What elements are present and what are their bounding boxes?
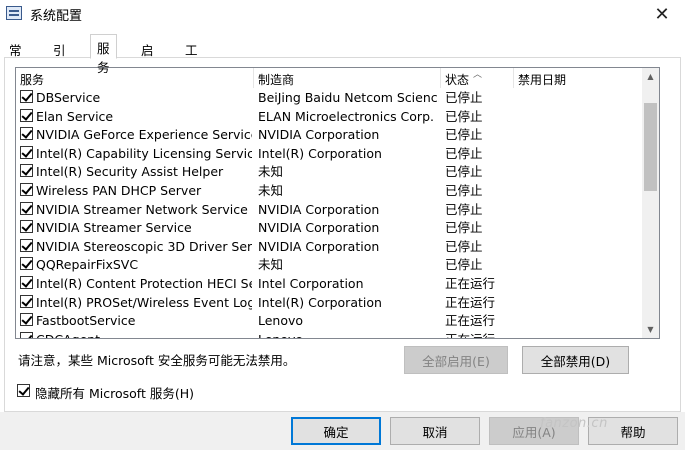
table-row[interactable]: Intel(R) Capability Licensing Service ..… <box>16 144 643 163</box>
service-maker: NVIDIA Corporation <box>258 220 380 236</box>
column-header-service[interactable]: 服务 <box>16 68 252 88</box>
column-header-maker[interactable]: 制造商 <box>254 68 440 88</box>
service-checkbox[interactable] <box>20 164 33 178</box>
service-maker: NVIDIA Corporation <box>258 238 380 254</box>
service-maker: Lenovo <box>258 331 439 338</box>
enable-all-button[interactable]: 全部启用(E) <box>404 346 508 374</box>
title-bar: 系统配置 ✕ <box>0 0 685 28</box>
scroll-thumb[interactable] <box>644 103 657 191</box>
service-maker: Intel(R) Corporation <box>258 145 382 161</box>
service-checkbox[interactable] <box>20 145 33 159</box>
service-name: DBService <box>36 90 101 105</box>
table-row[interactable]: CDCAgent Lenovo 正在运行 <box>16 330 643 338</box>
tab-general[interactable]: 常规 <box>2 36 29 77</box>
table-row[interactable]: Intel(R) PROSet/Wireless Event Log Intel(… <box>16 293 643 312</box>
service-checkbox[interactable] <box>20 182 33 196</box>
service-name: Wireless PAN DHCP Server <box>36 182 202 198</box>
scroll-down-icon[interactable]: ▼ <box>642 321 659 338</box>
service-name: NVIDIA Streamer Service <box>36 220 192 236</box>
service-name: CDCAgent <box>36 331 252 338</box>
service-status: 已停止 <box>445 257 483 273</box>
service-name: NVIDIA GeForce Experience Service <box>36 127 252 143</box>
service-status: 正在运行 <box>445 275 496 291</box>
hide-microsoft-label: 隐藏所有 Microsoft 服务(H) <box>35 386 194 401</box>
system-config-icon <box>6 6 22 20</box>
service-maker: 未知 <box>258 257 284 273</box>
service-status: 已停止 <box>445 108 483 124</box>
service-status: 已停止 <box>445 127 483 143</box>
service-status: 已停止 <box>445 201 483 217</box>
service-name: Intel(R) PROSet/Wireless Event Log <box>36 294 252 310</box>
service-maker: ELAN Microelectronics Corp. <box>258 108 434 124</box>
tab-tools[interactable]: 工具 <box>178 36 205 77</box>
service-checkbox[interactable] <box>20 201 33 215</box>
service-status: 已停止 <box>445 182 483 198</box>
service-checkbox[interactable] <box>20 220 33 234</box>
tab-boot[interactable]: 引导 <box>46 36 73 77</box>
services-list[interactable]: 服务 制造商 状态 ︿ 禁用日期 DBService BeiJing Baidu … <box>15 67 660 339</box>
service-checkbox[interactable] <box>20 275 33 289</box>
service-name: NVIDIA Streamer Network Service <box>36 201 248 217</box>
table-row[interactable]: NVIDIA Streamer Network Service NVIDIA Co… <box>16 200 643 219</box>
service-maker: Lenovo <box>258 313 304 329</box>
table-row[interactable]: NVIDIA Streamer Service NVIDIA Corporatio… <box>16 218 643 237</box>
table-row[interactable]: Wireless PAN DHCP Server 未知 已停止 <box>16 181 643 200</box>
table-row[interactable]: NVIDIA Stereoscopic 3D Driver Servi... NV… <box>16 237 643 256</box>
disable-all-button[interactable]: 全部禁用(D) <box>522 346 629 374</box>
service-status: 正在运行 <box>445 313 496 329</box>
close-button[interactable]: ✕ <box>639 0 685 28</box>
table-row[interactable]: Intel(R) Content Protection HECI Ser... I… <box>16 274 643 293</box>
service-checkbox[interactable] <box>20 90 33 103</box>
service-status: 正在运行 <box>445 294 496 310</box>
service-maker: NVIDIA Corporation <box>258 127 380 143</box>
service-maker: 未知 <box>258 164 284 180</box>
table-row[interactable]: FastbootService Lenovo 正在运行 <box>16 311 643 330</box>
table-row[interactable]: DBService BeiJing Baidu Netcom Scienc... 已… <box>16 88 643 107</box>
service-status: 已停止 <box>445 164 483 180</box>
service-maker: Intel(R) Corporation <box>258 294 382 310</box>
service-rows: DBService BeiJing Baidu Netcom Scienc... 已… <box>16 88 643 338</box>
list-header: 服务 制造商 状态 ︿ 禁用日期 <box>16 68 643 88</box>
service-name: NVIDIA Stereoscopic 3D Driver Servi... <box>36 238 252 254</box>
sort-ascending-icon: ︿ <box>473 70 483 80</box>
cancel-button[interactable]: 取消 <box>390 417 480 445</box>
security-note: 请注意，某些 Microsoft 安全服务可能无法禁用。 <box>18 353 296 368</box>
table-row[interactable]: NVIDIA GeForce Experience Service NVIDIA … <box>16 125 643 144</box>
service-maker: NVIDIA Corporation <box>258 201 380 217</box>
service-status: 已停止 <box>445 90 483 105</box>
service-checkbox[interactable] <box>20 294 33 308</box>
service-name: Intel(R) Security Assist Helper <box>36 164 224 180</box>
service-checkbox[interactable] <box>20 331 33 338</box>
service-maker: 未知 <box>258 182 284 198</box>
window-title: 系统配置 <box>30 9 83 24</box>
service-status: 正在运行 <box>445 331 515 338</box>
table-row[interactable]: QQRepairFixSVC 未知 已停止 <box>16 255 643 274</box>
service-name: Intel(R) Content Protection HECI Ser... <box>36 275 252 291</box>
service-status: 已停止 <box>445 220 483 236</box>
vertical-scrollbar[interactable]: ▲ ▼ <box>642 68 659 338</box>
service-status: 已停止 <box>445 238 483 254</box>
service-checkbox[interactable] <box>20 108 33 122</box>
watermark: fanzon.cn <box>540 416 608 431</box>
hide-microsoft-checkbox[interactable] <box>17 384 30 397</box>
service-checkbox[interactable] <box>20 238 33 252</box>
close-icon: ✕ <box>654 3 670 25</box>
service-checkbox[interactable] <box>20 257 33 271</box>
service-maker: BeiJing Baidu Netcom Scienc... <box>258 90 439 105</box>
tab-startup[interactable]: 启动 <box>134 36 161 77</box>
ok-button[interactable]: 确定 <box>291 417 381 445</box>
service-name: QQRepairFixSVC <box>36 257 139 273</box>
service-name: Elan Service <box>36 108 114 124</box>
scroll-up-icon[interactable]: ▲ <box>642 68 659 85</box>
tab-services[interactable]: 服务 <box>90 34 117 75</box>
service-checkbox[interactable] <box>20 127 33 141</box>
table-row[interactable]: Intel(R) Security Assist Helper 未知 已停止 <box>16 162 643 181</box>
service-checkbox[interactable] <box>20 313 33 327</box>
table-row[interactable]: Elan Service ELAN Microelectronics Corp. 已… <box>16 107 643 126</box>
service-maker: Intel Corporation <box>258 275 364 291</box>
service-name: Intel(R) Capability Licensing Service ..… <box>36 145 252 161</box>
service-name: FastbootService <box>36 313 136 329</box>
service-status: 已停止 <box>445 145 483 161</box>
column-header-disabled-date[interactable]: 禁用日期 <box>514 68 642 88</box>
